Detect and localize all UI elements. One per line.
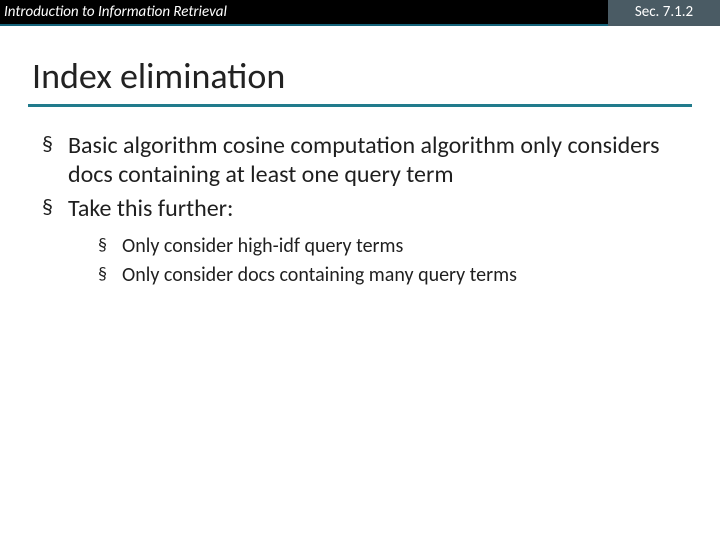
slide-header: Introduction to Information Retrieval Se… bbox=[0, 0, 720, 26]
sub-bullet-item: Only consider high-idf query terms bbox=[96, 233, 680, 260]
bullet-text: Take this further: bbox=[68, 194, 233, 223]
title-underline bbox=[28, 104, 692, 107]
bullet-list: Basic algorithm cosine computation algor… bbox=[40, 131, 680, 289]
header-section-number: Sec. 7.1.2 bbox=[608, 0, 720, 26]
header-course-title: Introduction to Information Retrieval bbox=[0, 0, 608, 26]
bullet-item: Take this further: Only consider high-id… bbox=[40, 194, 680, 289]
slide-content: Basic algorithm cosine computation algor… bbox=[40, 131, 680, 289]
sub-bullet-list: Only consider high-idf query terms Only … bbox=[96, 233, 680, 289]
slide-title: Index elimination bbox=[32, 54, 720, 98]
sub-bullet-item: Only consider docs containing many query… bbox=[96, 262, 680, 289]
bullet-item: Basic algorithm cosine computation algor… bbox=[40, 131, 680, 190]
